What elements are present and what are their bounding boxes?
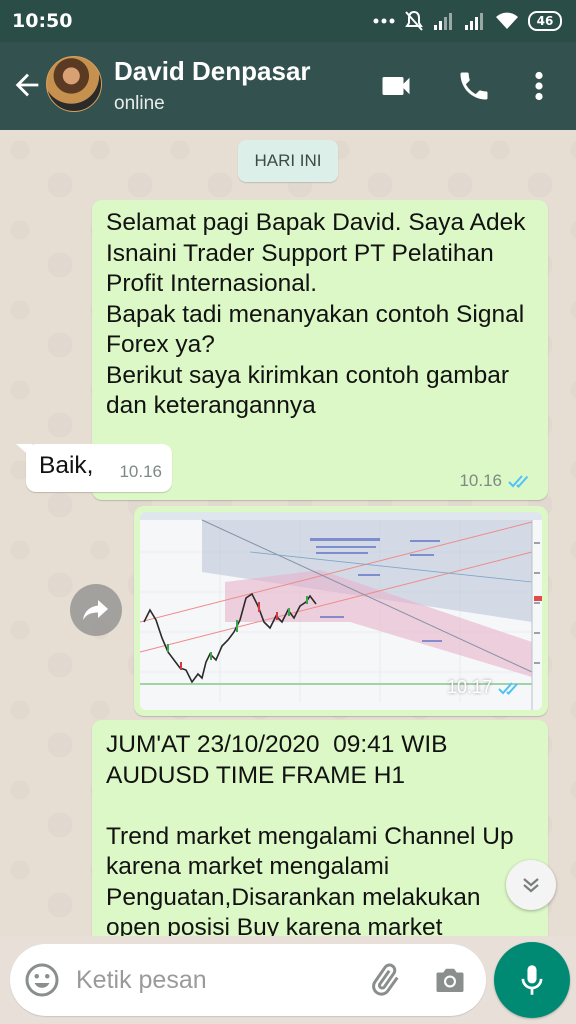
message-time: 10.16	[119, 462, 162, 481]
forward-button[interactable]	[70, 584, 122, 636]
message-time: 10.16	[459, 471, 502, 490]
forex-chart-image[interactable]: 10.17	[140, 512, 542, 710]
chat-area[interactable]: HARI INI Selamat pagi Bapak David. Saya …	[0, 130, 576, 940]
compose-field[interactable]	[10, 944, 486, 1016]
contact-status: online	[114, 93, 165, 114]
date-divider: HARI INI	[238, 140, 338, 182]
emoji-icon[interactable]	[24, 962, 60, 998]
avatar[interactable]	[46, 56, 102, 112]
status-icons: 46	[373, 10, 562, 32]
signal-icon-1	[434, 13, 452, 30]
attach-icon[interactable]	[366, 962, 402, 998]
compose-bar	[0, 936, 576, 1024]
chat-header: David Denpasar online	[0, 42, 576, 130]
message-bubble-incoming[interactable]: Baik, 10.16	[26, 444, 172, 492]
status-bar: 10:50 46	[0, 0, 576, 42]
back-arrow-icon[interactable]	[10, 68, 44, 102]
image-message-bubble[interactable]: 10.17	[134, 506, 548, 716]
contact-name[interactable]: David Denpasar	[114, 56, 311, 87]
more-vert-icon[interactable]	[524, 68, 554, 104]
camera-icon[interactable]	[432, 962, 468, 998]
message-time: 10.17	[446, 677, 492, 697]
mic-button[interactable]	[494, 942, 570, 1018]
video-call-icon[interactable]	[378, 68, 414, 104]
read-ticks-icon	[498, 681, 519, 695]
message-text: Baik,	[39, 452, 94, 479]
wifi-icon	[496, 12, 518, 29]
message-meta: 10.16	[459, 471, 536, 491]
dots-icon	[373, 18, 395, 24]
chevron-down-icon	[523, 878, 539, 893]
phone-icon[interactable]	[456, 68, 492, 104]
message-text: Selamat pagi Bapak David. Saya Adek Isna…	[106, 209, 526, 419]
message-text: JUM'AT 23/10/2020 09:41 WIB AUDUSD TIME …	[106, 731, 514, 940]
message-meta: 10.17	[447, 677, 526, 698]
mute-icon	[405, 10, 423, 31]
message-bubble-outgoing[interactable]: JUM'AT 23/10/2020 09:41 WIB AUDUSD TIME …	[92, 720, 548, 940]
forward-icon	[83, 600, 108, 620]
mic-icon	[521, 965, 543, 995]
battery-indicator: 46	[528, 11, 562, 31]
read-ticks-icon	[508, 475, 529, 488]
message-input[interactable]	[76, 964, 356, 996]
message-meta: 10.16	[119, 462, 162, 482]
scroll-to-bottom-button[interactable]	[506, 860, 556, 910]
signal-icon-2	[465, 13, 483, 30]
status-time: 10:50	[12, 10, 73, 32]
